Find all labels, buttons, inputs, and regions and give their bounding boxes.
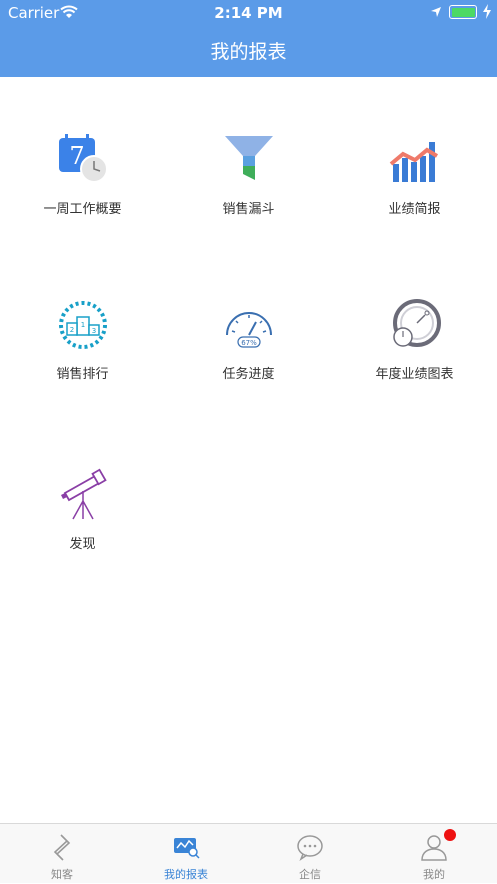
bar-trend-icon [389, 142, 438, 182]
tab-my-reports[interactable]: 我的报表 [124, 824, 248, 884]
page-title: 我的报表 [210, 41, 287, 63]
svg-text:3: 3 [91, 327, 95, 335]
svg-text:2: 2 [69, 326, 73, 334]
gauge-value: 67% [241, 339, 257, 347]
tab-label: 企信 [299, 868, 321, 881]
tab-qixin[interactable]: 企信 [248, 824, 372, 884]
telescope-icon [60, 468, 107, 520]
dial-icon [392, 299, 441, 347]
battery-icon [449, 5, 477, 19]
grid-item-label: 发现 [69, 537, 96, 552]
charging-icon [483, 4, 491, 19]
chat-icon [297, 835, 323, 861]
grid-item-label: 任务进度 [222, 367, 275, 382]
svg-text:1: 1 [80, 321, 84, 329]
grid-item-label: 销售排行 [56, 367, 109, 382]
grid-item-label: 一周工作概要 [43, 202, 122, 217]
location-arrow-icon [431, 7, 441, 17]
tab-zhike[interactable]: 知客 [0, 824, 124, 884]
grid-item-performance-brief[interactable]: 业绩简报 [332, 120, 497, 240]
nav-header: Carrier 2:14 PM 我的报表 [0, 0, 497, 77]
report-icon [174, 838, 200, 859]
grid-item-sales-ranking[interactable]: 1 2 3 销售排行 [0, 285, 165, 405]
grid-item-weekly-summary[interactable]: 7 一周工作概要 [0, 120, 165, 240]
grid-item-annual-performance-chart[interactable]: 年度业绩图表 [332, 285, 497, 405]
grid-item-label: 销售漏斗 [222, 202, 275, 217]
clock: 2:14 PM [214, 4, 283, 22]
grid-item-label: 年度业绩图表 [375, 367, 454, 382]
tab-label: 知客 [51, 868, 73, 881]
podium-laurel-icon: 1 2 3 [58, 301, 107, 349]
calendar-clock-icon: 7 [58, 134, 108, 183]
diamond-logo-icon [53, 834, 71, 861]
notification-badge [444, 829, 456, 841]
funnel-icon [224, 136, 273, 180]
tab-bar: 知客 我的报表 企信 我的 [0, 823, 497, 883]
grid-item-sales-funnel[interactable]: 销售漏斗 [166, 120, 331, 240]
tab-label: 我的 [423, 868, 445, 881]
status-bar: Carrier 2:14 PM [0, 0, 497, 26]
grid-item-task-progress[interactable]: 67% 任务进度 [166, 285, 331, 405]
tab-label: 我的报表 [164, 868, 208, 881]
tab-mine[interactable]: 我的 [372, 824, 496, 884]
grid-item-label: 业绩简报 [388, 202, 441, 217]
gauge-icon: 67% [225, 312, 272, 348]
grid-item-discover[interactable]: 发现 [0, 455, 165, 575]
